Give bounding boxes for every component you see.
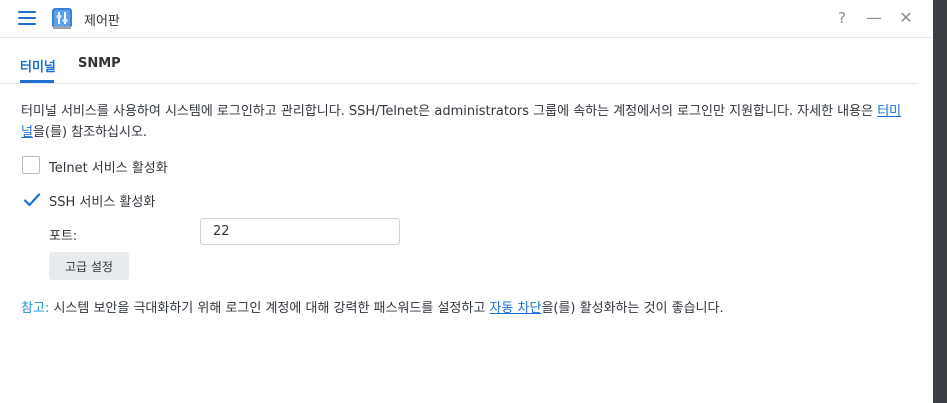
minimize-icon[interactable]: — xyxy=(862,6,886,30)
telnet-enable-checkbox[interactable] xyxy=(22,156,40,174)
checkmark-icon xyxy=(23,193,41,207)
close-icon[interactable]: ✕ xyxy=(894,6,918,30)
security-note: 참고: 시스템 보안을 극대화하기 위해 로그인 계정에 대해 강력한 패스워드… xyxy=(21,297,724,316)
tab-snmp[interactable]: SNMP xyxy=(78,56,121,71)
tab-terminal[interactable]: 터미널 xyxy=(20,56,56,75)
note-suffix: 을(를) 활성화하는 것이 좋습니다. xyxy=(541,301,724,316)
terminal-description: 터미널 서비스를 사용하여 시스템에 로그인하고 관리합니다. SSH/Teln… xyxy=(21,101,911,143)
hamburger-menu-icon[interactable] xyxy=(18,11,36,25)
window-title: 제어판 xyxy=(84,14,120,29)
description-suffix: 을(를) 참조하십시오. xyxy=(32,125,148,140)
port-input[interactable] xyxy=(200,218,400,245)
title-bar: 제어판 ? — ✕ xyxy=(0,0,933,38)
description-text: 터미널 서비스를 사용하여 시스템에 로그인하고 관리합니다. SSH/Teln… xyxy=(21,104,878,119)
note-text: 시스템 보안을 극대화하기 위해 로그인 계정에 대해 강력한 패스워드를 설정… xyxy=(49,301,490,316)
tab-bar: 터미널 SNMP xyxy=(0,38,918,84)
control-panel-app-icon xyxy=(52,8,72,29)
help-icon[interactable]: ? xyxy=(830,6,854,30)
auto-block-link[interactable]: 자동 차단 xyxy=(489,301,541,316)
ssh-enable-checkbox[interactable] xyxy=(22,190,41,208)
active-tab-indicator xyxy=(20,80,54,83)
note-prefix: 참고: xyxy=(21,301,50,316)
ssh-enable-label: SSH 서비스 활성화 xyxy=(49,195,156,210)
telnet-enable-label: Telnet 서비스 활성화 xyxy=(49,161,168,176)
advanced-settings-button[interactable]: 고급 설정 xyxy=(49,252,129,280)
port-label: 포트: xyxy=(49,229,78,244)
background-strip xyxy=(933,0,947,403)
